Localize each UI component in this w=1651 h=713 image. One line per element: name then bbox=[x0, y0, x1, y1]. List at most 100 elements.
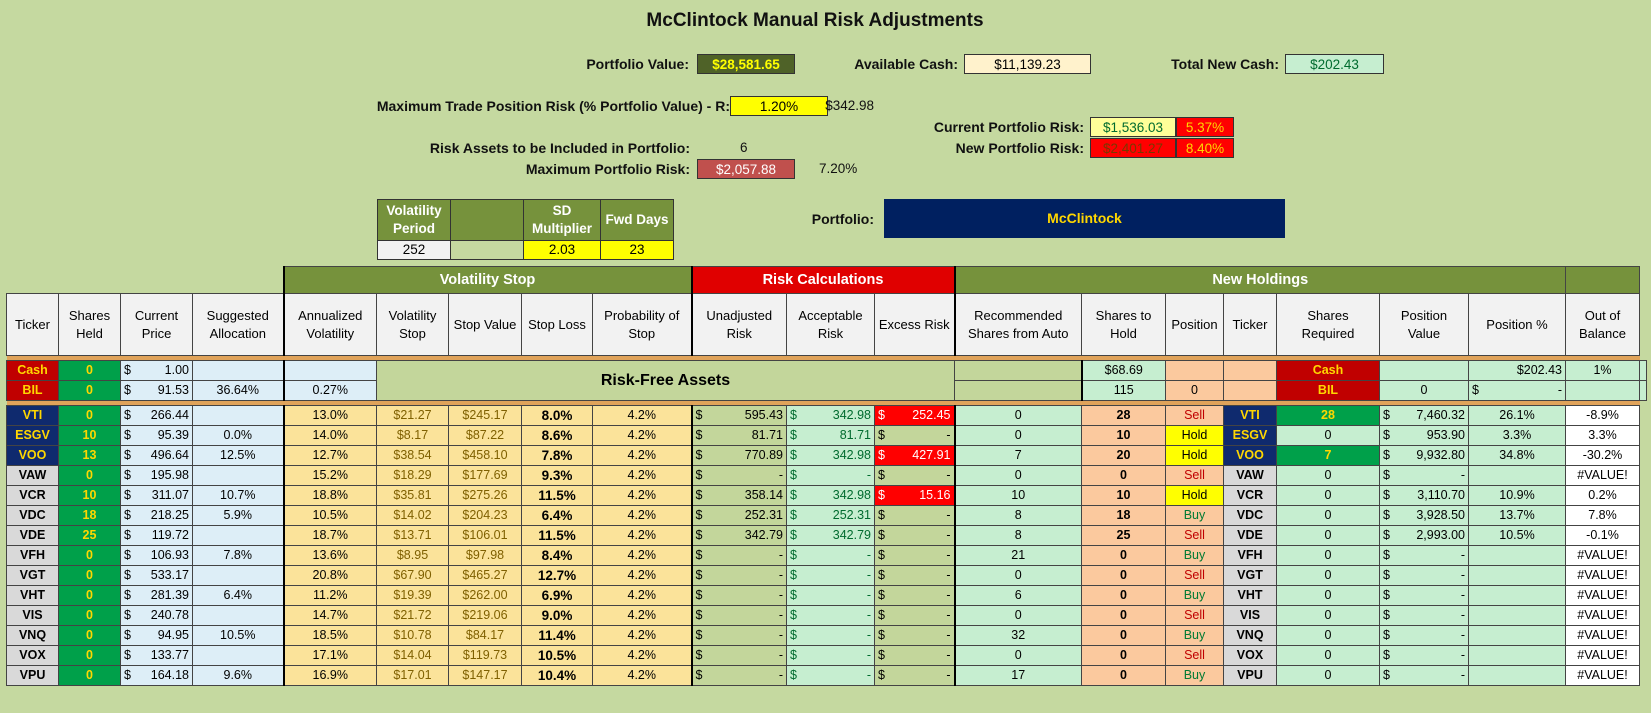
acceptable-risk-cell[interactable]: $81.71 bbox=[786, 425, 875, 446]
suggested-allocation-cell[interactable]: 7.8% bbox=[192, 545, 284, 566]
unadjusted-risk-cell[interactable]: $252.31 bbox=[690, 505, 787, 526]
acceptable-risk-cell[interactable]: $ - bbox=[786, 585, 875, 606]
shares-required-cell[interactable]: 0 bbox=[1276, 545, 1380, 566]
shares-to-hold-cell[interactable]: 0 bbox=[1081, 465, 1166, 486]
stop-value-cell[interactable]: $219.06 bbox=[448, 605, 522, 626]
position-value-cell[interactable]: $ - bbox=[1379, 625, 1469, 646]
probability-of-stop-cell[interactable]: 4.2% bbox=[592, 445, 692, 466]
suggested-allocation-cell[interactable] bbox=[192, 645, 284, 666]
acceptable-risk-cell[interactable]: $ - bbox=[786, 465, 875, 486]
position-value-cell[interactable]: $ - bbox=[1379, 565, 1469, 586]
probability-of-stop-cell[interactable]: 4.2% bbox=[592, 605, 692, 626]
recommended-shares-cell[interactable]: 0 bbox=[953, 645, 1082, 666]
suggested-allocation-cell[interactable]: 12.5% bbox=[192, 445, 284, 466]
annualized-volatility-cell[interactable]: 0.27% bbox=[282, 380, 377, 401]
annualized-volatility-cell[interactable] bbox=[282, 360, 377, 381]
recommended-shares-cell[interactable]: 0 bbox=[953, 605, 1082, 626]
sd-multiplier-cell[interactable]: 2.03 bbox=[523, 240, 601, 260]
shares-to-hold-cell[interactable]: 20 bbox=[1081, 445, 1166, 466]
ticker2-cell[interactable]: VIS bbox=[1223, 605, 1277, 626]
excess-risk-cell[interactable]: $ - bbox=[874, 425, 955, 446]
column-header-shares-to-hold[interactable]: Shares to Hold bbox=[1081, 293, 1166, 356]
acceptable-risk-cell[interactable]: $342.98 bbox=[786, 405, 875, 426]
shares-to-hold-cell[interactable]: 0 bbox=[1081, 665, 1166, 686]
excess-risk-cell[interactable]: $ - bbox=[874, 545, 955, 566]
position-pct-cell[interactable] bbox=[1468, 565, 1566, 586]
shares-held-cell[interactable]: 0 bbox=[58, 665, 121, 686]
suggested-allocation-cell[interactable] bbox=[192, 525, 284, 546]
ticker-cell[interactable]: Cash bbox=[6, 360, 59, 381]
position-value-cell[interactable]: $3,928.50 bbox=[1379, 505, 1469, 526]
recommended-shares-cell[interactable]: 0 bbox=[953, 425, 1082, 446]
position-pct-cell[interactable]: 34.8% bbox=[1468, 445, 1566, 466]
stop-value-cell[interactable]: $87.22 bbox=[448, 425, 522, 446]
stop-loss-cell[interactable]: 11.5% bbox=[521, 525, 593, 546]
column-header-suggested-allocation[interactable]: Suggested Allocation bbox=[192, 293, 284, 356]
excess-risk-cell[interactable]: $ - bbox=[874, 665, 955, 686]
column-header-shares-required[interactable]: Shares Required bbox=[1276, 293, 1380, 356]
shares-required-cell[interactable]: 0 bbox=[1276, 425, 1380, 446]
out-of-balance-cell[interactable]: #VALUE! bbox=[1565, 545, 1640, 566]
position-cell[interactable]: Buy bbox=[1165, 505, 1224, 526]
shares-held-cell[interactable]: 10 bbox=[58, 485, 121, 506]
current-price-cell[interactable]: $281.39 bbox=[120, 585, 193, 606]
acceptable-risk-cell[interactable]: $342.98 bbox=[786, 445, 875, 466]
position-value-cell[interactable]: $9,932.80 bbox=[1379, 445, 1469, 466]
acceptable-risk-cell[interactable]: $342.79 bbox=[786, 525, 875, 546]
shares-held-cell[interactable]: 25 bbox=[58, 525, 121, 546]
ticker-cell[interactable]: ESGV bbox=[6, 425, 59, 446]
suggested-allocation-cell[interactable]: 9.6% bbox=[192, 665, 284, 686]
portfolio-name-cell[interactable]: McClintock bbox=[884, 199, 1285, 238]
volatility-stop-cell[interactable]: $18.29 bbox=[376, 465, 449, 486]
annualized-volatility-cell[interactable]: 17.1% bbox=[282, 645, 377, 666]
ticker2-cell[interactable]: VGT bbox=[1223, 565, 1277, 586]
excess-risk-cell[interactable]: $ - bbox=[874, 605, 955, 626]
annualized-volatility-cell[interactable]: 15.2% bbox=[282, 465, 377, 486]
position-pct-cell[interactable] bbox=[1468, 645, 1566, 666]
probability-of-stop-cell[interactable]: 4.2% bbox=[592, 465, 692, 486]
position-value-cell[interactable]: $ - bbox=[1379, 645, 1469, 666]
ticker2-cell[interactable]: VPU bbox=[1223, 665, 1277, 686]
position-value-cell[interactable]: $2,993.00 bbox=[1379, 525, 1469, 546]
annualized-volatility-cell[interactable]: 16.9% bbox=[282, 665, 377, 686]
column-header-volatility-stop[interactable]: Volatility Stop bbox=[376, 293, 449, 356]
column-header-position-[interactable]: Position % bbox=[1468, 293, 1566, 356]
volatility-stop-cell[interactable]: $67.90 bbox=[376, 565, 449, 586]
position-cell[interactable]: Buy bbox=[1165, 585, 1224, 606]
annualized-volatility-cell[interactable]: 11.2% bbox=[282, 585, 377, 606]
annualized-volatility-cell[interactable]: 12.7% bbox=[282, 445, 377, 466]
volatility-stop-cell[interactable]: $17.01 bbox=[376, 665, 449, 686]
stop-value-cell[interactable]: $177.69 bbox=[448, 465, 522, 486]
suggested-allocation-cell[interactable]: 0.0% bbox=[192, 425, 284, 446]
stop-value-cell[interactable]: $204.23 bbox=[448, 505, 522, 526]
stop-loss-cell[interactable]: 12.7% bbox=[521, 565, 593, 586]
ticker-cell[interactable]: BIL bbox=[6, 380, 59, 401]
excess-risk-cell[interactable] bbox=[954, 380, 1082, 401]
ticker-cell[interactable]: VFH bbox=[6, 545, 59, 566]
position-cell[interactable]: Buy bbox=[1165, 625, 1224, 646]
unadjusted-risk-cell[interactable]: $ - bbox=[690, 585, 787, 606]
excess-risk-cell[interactable]: $ - bbox=[874, 505, 955, 526]
probability-of-stop-cell[interactable]: 4.2% bbox=[592, 545, 692, 566]
stop-value-cell[interactable]: $465.27 bbox=[448, 565, 522, 586]
acceptable-risk-cell[interactable]: $ - bbox=[786, 665, 875, 686]
column-header-position[interactable]: Position bbox=[1165, 293, 1224, 356]
max-portfolio-risk-value-cell[interactable]: $2,057.88 bbox=[697, 159, 795, 179]
position-value-cell[interactable]: $953.90 bbox=[1379, 425, 1469, 446]
ticker2-cell[interactable]: VNQ bbox=[1223, 625, 1277, 646]
probability-of-stop-cell[interactable]: 4.2% bbox=[592, 645, 692, 666]
recommended-shares-cell[interactable]: 32 bbox=[953, 625, 1082, 646]
shares-to-hold-cell[interactable]: 0 bbox=[1081, 585, 1166, 606]
ticker-cell[interactable]: VOO bbox=[6, 445, 59, 466]
recommended-shares-cell[interactable]: 8 bbox=[953, 505, 1082, 526]
position-cell[interactable] bbox=[1223, 360, 1277, 381]
volatility-stop-cell[interactable]: $19.39 bbox=[376, 585, 449, 606]
stop-loss-cell[interactable]: 9.3% bbox=[521, 465, 593, 486]
unadjusted-risk-cell[interactable]: $ - bbox=[690, 545, 787, 566]
stop-value-cell[interactable]: $262.00 bbox=[448, 585, 522, 606]
shares-to-hold-cell[interactable]: 10 bbox=[1081, 485, 1166, 506]
stop-loss-cell[interactable]: 10.4% bbox=[521, 665, 593, 686]
current-price-cell[interactable]: $311.07 bbox=[120, 485, 193, 506]
ticker2-cell[interactable]: VOO bbox=[1223, 445, 1277, 466]
acceptable-risk-cell[interactable]: $252.31 bbox=[786, 505, 875, 526]
